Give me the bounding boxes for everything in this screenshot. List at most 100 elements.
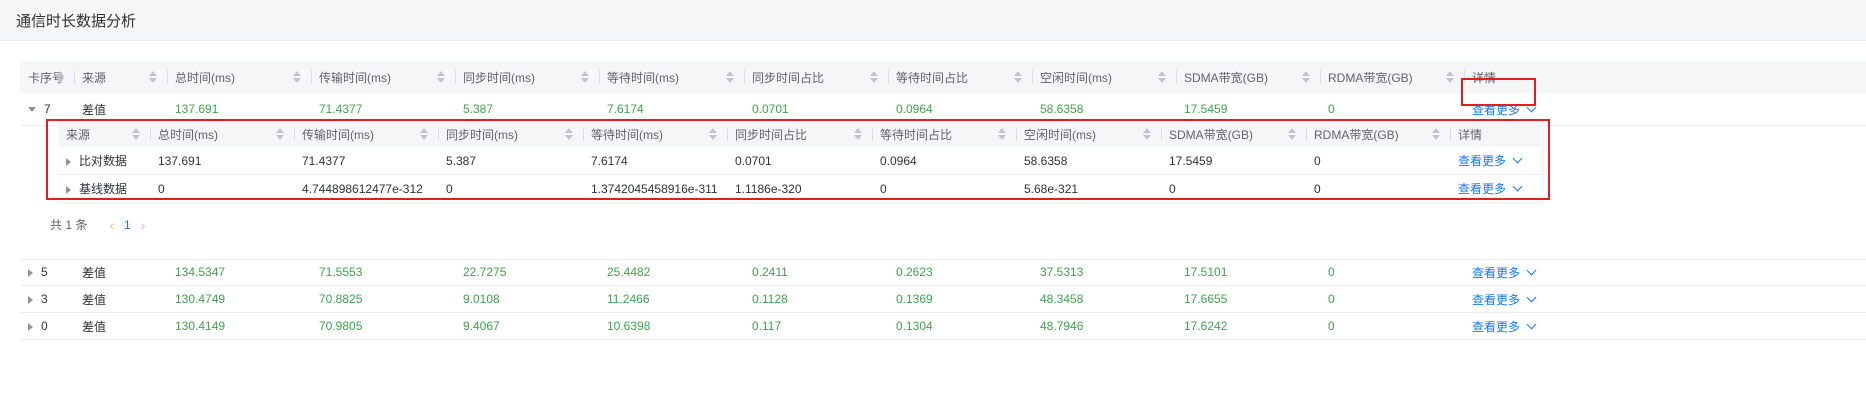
chevron-down-icon [1512, 181, 1523, 192]
column-header[interactable]: 来源 [74, 61, 167, 93]
column-header[interactable]: 等待时间占比 [872, 121, 1016, 147]
view-more-link[interactable]: 查看更多 [1458, 181, 1523, 196]
card-cell[interactable]: 5 [20, 259, 74, 286]
column-separator [1320, 70, 1321, 84]
view-more-link[interactable]: 查看更多 [1458, 153, 1523, 168]
pagination: 共 1 条 ‹ 1 › [50, 216, 155, 233]
column-header-label: 详情 [1458, 127, 1483, 142]
expand-caret-icon[interactable] [28, 295, 33, 304]
view-more-link[interactable]: 查看更多 [1472, 292, 1537, 307]
next-page-button[interactable]: › [141, 217, 146, 233]
sort-icon[interactable] [565, 126, 573, 142]
sort-icon[interactable] [276, 126, 284, 142]
detail-row[interactable]: 基线数据 0 4.744898612477e-312 0 1.374204545… [58, 174, 1542, 203]
sort-icon[interactable] [726, 69, 734, 85]
column-header[interactable]: 总时间(ms) [150, 121, 294, 147]
expand-caret-icon[interactable] [28, 268, 33, 277]
sort-icon[interactable] [1432, 126, 1440, 142]
collapse-caret-icon[interactable] [28, 107, 36, 113]
comm-duration-table-rows: 5 差值 134.5347 71.5553 22.7275 25.4482 0.… [20, 259, 1866, 340]
column-header[interactable]: RDMA带宽(GB) [1320, 61, 1464, 93]
column-header[interactable]: 等待时间(ms) [599, 61, 744, 93]
column-header[interactable]: 同步时间占比 [727, 121, 872, 147]
value-cell: 17.5459 [1161, 147, 1306, 175]
table-row[interactable]: 3 差值 130.4749 70.8825 9.0108 11.2466 0.1… [20, 285, 1866, 313]
sort-icon[interactable] [437, 69, 445, 85]
value-cell: 0.1304 [888, 312, 1032, 340]
sort-icon[interactable] [1158, 69, 1166, 85]
value-cell: 0 [1161, 174, 1306, 203]
column-header[interactable]: 来源 [58, 121, 150, 147]
column-separator [455, 70, 456, 84]
column-header[interactable]: 传输时间(ms) [294, 121, 438, 147]
value-cell: 0.0701 [727, 147, 872, 175]
table-header-row: 卡序号 来源 总时间(ms) 传输时间(ms) 同步时间(ms) 等待时间(ms) 同步时间… [20, 61, 1866, 93]
value-cell: 0 [1306, 147, 1450, 175]
detail-table: 来源 总时间(ms) 传输时间(ms) 同步时间(ms) 等待时间(ms) 同步时间占比 等… [58, 121, 1542, 203]
sort-icon[interactable] [870, 69, 878, 85]
sort-icon[interactable] [1143, 126, 1151, 142]
column-separator [1016, 128, 1017, 141]
sort-icon[interactable] [1288, 126, 1296, 142]
chevron-down-icon [1526, 292, 1537, 302]
table-row[interactable]: 5 差值 134.5347 71.5553 22.7275 25.4482 0.… [20, 259, 1866, 286]
chevron-down-icon [1526, 265, 1537, 275]
value-cell: 17.6655 [1176, 285, 1320, 313]
card-cell[interactable]: 0 [20, 312, 74, 340]
column-header[interactable]: 等待时间占比 [888, 61, 1032, 93]
column-header[interactable]: 空闲时间(ms) [1032, 61, 1176, 93]
column-header[interactable]: 等待时间(ms) [583, 121, 727, 147]
column-header-label: 详情 [1472, 70, 1497, 85]
column-header-label: 来源 [66, 127, 91, 142]
sort-icon[interactable] [420, 126, 428, 142]
source-cell: 差值 [74, 312, 167, 340]
sort-icon[interactable] [854, 126, 862, 142]
sort-icon[interactable] [293, 69, 301, 85]
column-header-label: SDMA带宽(GB) [1169, 127, 1254, 142]
sort-icon[interactable] [1014, 69, 1022, 85]
column-separator [727, 128, 728, 141]
value-cell: 137.691 [150, 147, 294, 175]
column-header[interactable]: 同步时间(ms) [438, 121, 583, 147]
view-more-link[interactable]: 查看更多 [1472, 265, 1537, 280]
sort-icon[interactable] [1302, 69, 1310, 85]
column-header[interactable]: 卡序号 [20, 61, 74, 93]
view-more-link[interactable]: 查看更多 [1472, 319, 1537, 334]
view-more-link[interactable]: 查看更多 [1472, 102, 1537, 117]
sort-icon[interactable] [998, 126, 1006, 142]
sort-icon[interactable] [1446, 69, 1454, 85]
sort-icon[interactable] [149, 69, 157, 85]
value-cell: 9.0108 [455, 285, 599, 313]
column-header[interactable]: SDMA带宽(GB) [1176, 61, 1320, 93]
value-cell: 71.4377 [294, 147, 438, 175]
prev-page-button[interactable]: ‹ [109, 217, 114, 233]
page-number-current[interactable]: 1 [124, 218, 131, 232]
column-header[interactable]: 同步时间(ms) [455, 61, 599, 93]
pagination-total: 共 1 条 [50, 218, 88, 232]
table-row[interactable]: 0 差值 130.4149 70.9805 9.4067 10.6398 0.1… [20, 312, 1866, 340]
column-header[interactable]: 同步时间占比 [744, 61, 888, 93]
expand-caret-icon[interactable] [66, 185, 71, 194]
column-header[interactable]: 传输时间(ms) [311, 61, 455, 93]
column-header-label: RDMA带宽(GB) [1314, 127, 1399, 142]
column-header[interactable]: 空闲时间(ms) [1016, 121, 1161, 147]
column-header[interactable]: SDMA带宽(GB) [1161, 121, 1306, 147]
detail-row[interactable]: 比对数据 137.691 71.4377 5.387 7.6174 0.0701… [58, 147, 1542, 175]
expand-caret-icon[interactable] [28, 322, 33, 331]
detail-source-cell[interactable]: 比对数据 [58, 147, 150, 175]
sort-icon[interactable] [709, 126, 717, 142]
card-cell[interactable]: 3 [20, 285, 74, 313]
value-cell: 1.3742045458916e-311 [583, 174, 727, 203]
value-cell: 0.0964 [872, 147, 1016, 175]
sort-icon[interactable] [581, 69, 589, 85]
column-header: 详情 [1464, 61, 1866, 93]
sort-icon[interactable] [56, 69, 64, 85]
detail-source-cell[interactable]: 基线数据 [58, 174, 150, 203]
expand-caret-icon[interactable] [66, 157, 71, 166]
value-cell: 70.9805 [311, 312, 455, 340]
value-cell: 134.5347 [167, 259, 311, 286]
column-header[interactable]: RDMA带宽(GB) [1306, 121, 1450, 147]
source-cell: 差值 [74, 285, 167, 313]
sort-icon[interactable] [132, 126, 140, 142]
column-header[interactable]: 总时间(ms) [167, 61, 311, 93]
